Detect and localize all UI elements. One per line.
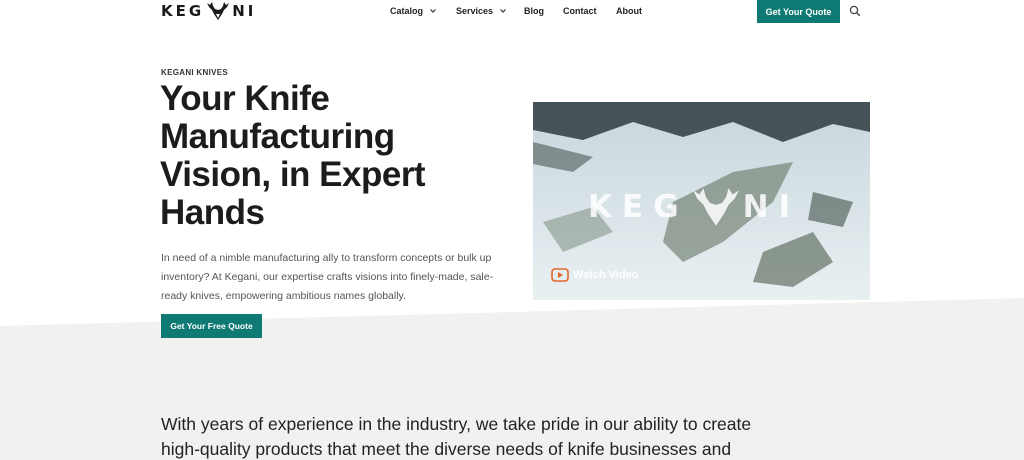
video-player[interactable]: KEG NI Watch Video bbox=[533, 102, 870, 300]
watch-video-label: Watch Video bbox=[573, 269, 639, 281]
nav-item-label: About bbox=[616, 6, 642, 16]
section-background bbox=[0, 298, 1024, 460]
play-icon bbox=[551, 268, 569, 282]
nav-item-catalog[interactable]: Catalog bbox=[390, 6, 437, 16]
intro-text: With years of experience in the industry… bbox=[161, 414, 752, 459]
video-logo-text-left: KEG bbox=[588, 189, 689, 225]
video-overlay-logo: KEG NI bbox=[588, 186, 800, 228]
nav-item-label: Contact bbox=[563, 6, 597, 16]
logo-text-left: KEG bbox=[161, 2, 205, 20]
video-logo-text-right: NI bbox=[742, 189, 801, 225]
nav-item-blog[interactable]: Blog bbox=[524, 6, 544, 16]
nav-item-services[interactable]: Services bbox=[456, 6, 507, 16]
brand-logo[interactable]: KEG NI bbox=[161, 1, 256, 21]
hero-description: In need of a nimble manufacturing ally t… bbox=[161, 252, 494, 302]
chevron-down-icon bbox=[500, 9, 506, 13]
logo-text-right: NI bbox=[232, 2, 257, 20]
nav-item-about[interactable]: About bbox=[616, 6, 642, 16]
free-quote-button[interactable]: Get Your Free Quote bbox=[161, 314, 262, 338]
watch-video-button[interactable]: Watch Video bbox=[551, 268, 638, 282]
chevron-down-icon bbox=[430, 9, 436, 13]
deer-head-icon bbox=[692, 188, 739, 226]
get-quote-button[interactable]: Get Your Quote bbox=[757, 0, 840, 23]
hero-eyebrow: KEGANI KNIVES bbox=[161, 68, 229, 77]
nav-item-contact[interactable]: Contact bbox=[563, 6, 597, 16]
nav-item-label: Blog bbox=[524, 6, 544, 16]
hero-title: Your Knife Manufacturing Vision, in Expe… bbox=[160, 79, 426, 232]
site-header: KEG NI Catalog Services Blog Contact Abo… bbox=[0, 0, 1024, 24]
deer-head-icon bbox=[207, 2, 230, 20]
nav-item-label: Services bbox=[456, 6, 494, 16]
nav-item-label: Catalog bbox=[390, 6, 424, 16]
search-icon[interactable] bbox=[849, 5, 861, 17]
